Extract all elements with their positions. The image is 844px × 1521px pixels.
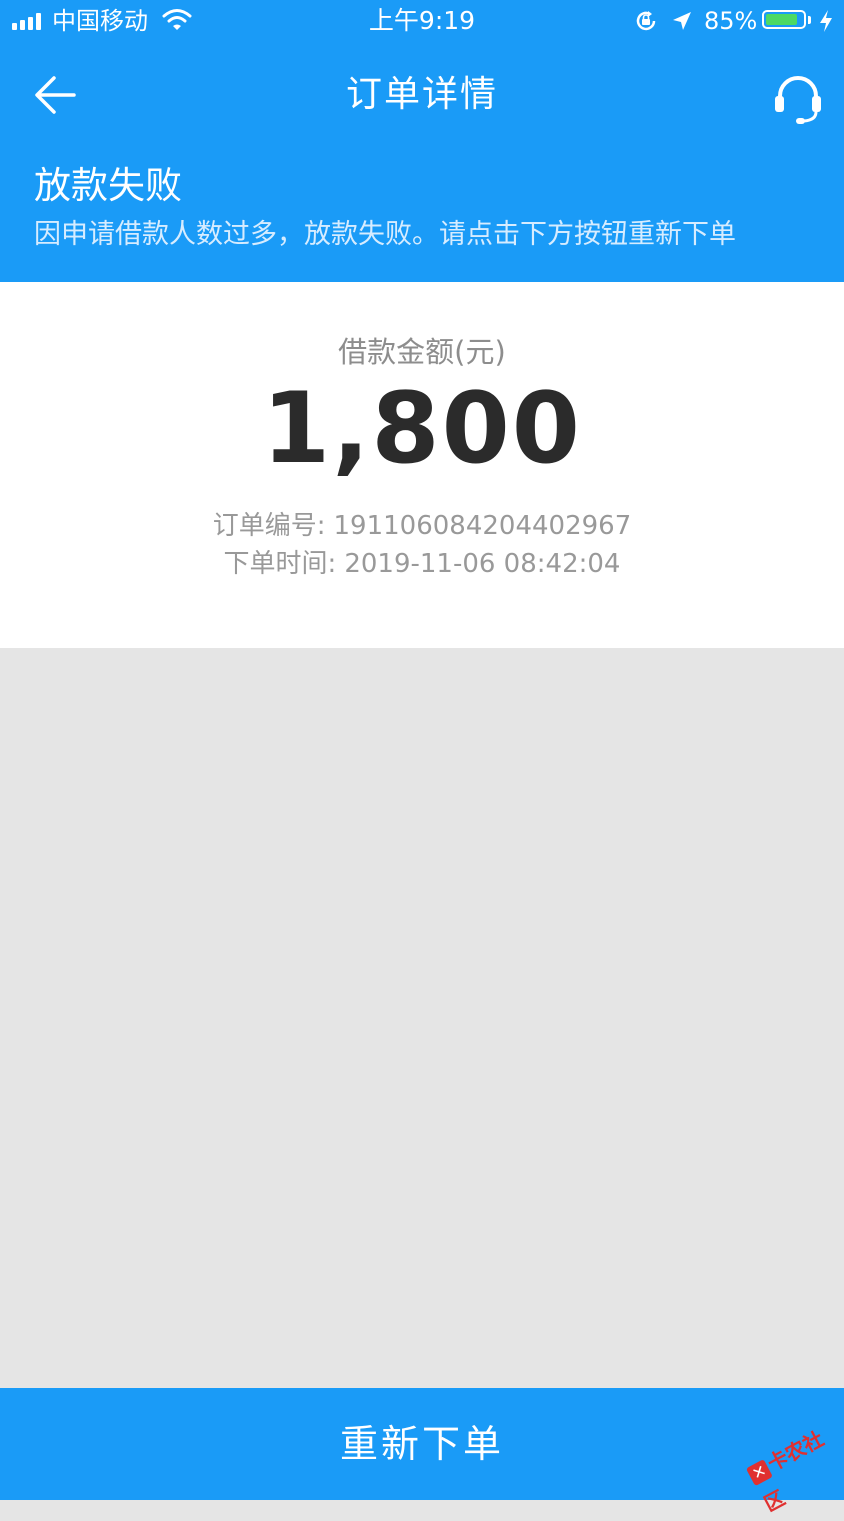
order-time-value: 2019-11-06 08:42:04 <box>344 549 621 579</box>
page-title: 订单详情 <box>345 74 498 115</box>
loan-status-message: 因申请借款人数过多，放款失败。请点击下方按钮重新下单 <box>34 219 736 250</box>
status-bar: 中国移动 上午9:19 85% <box>0 0 844 42</box>
amount-label: 借款金额(元) <box>338 335 506 369</box>
order-time-row: 下单时间: 2019-11-06 08:42:04 <box>0 546 844 582</box>
order-number-value: 191106084204402967 <box>333 511 632 541</box>
order-number-label: 订单编号: <box>212 511 326 541</box>
loan-amount: 1,800 <box>262 372 582 486</box>
loan-status-title: 放款失败 <box>34 164 182 207</box>
battery-percent: 85% <box>704 7 758 35</box>
order-card: 借款金额(元) 1,800 订单编号: 191106084204402967 下单… <box>0 282 844 648</box>
reorder-button[interactable]: 重新下单 <box>0 1388 844 1500</box>
battery-level-fill <box>766 14 797 25</box>
battery-tip <box>808 16 811 24</box>
customer-service-button[interactable] <box>770 70 826 126</box>
location-icon <box>670 9 694 37</box>
charging-icon <box>818 9 834 37</box>
order-time-label: 下单时间: <box>223 549 337 579</box>
rotation-lock-icon <box>634 9 658 37</box>
order-number-row: 订单编号: 191106084204402967 <box>0 508 844 544</box>
battery-icon <box>762 10 806 29</box>
nav-bar: 订单详情 <box>0 42 844 150</box>
headset-icon <box>775 76 821 124</box>
status-banner: 放款失败 因申请借款人数过多，放款失败。请点击下方按钮重新下单 <box>0 150 844 282</box>
